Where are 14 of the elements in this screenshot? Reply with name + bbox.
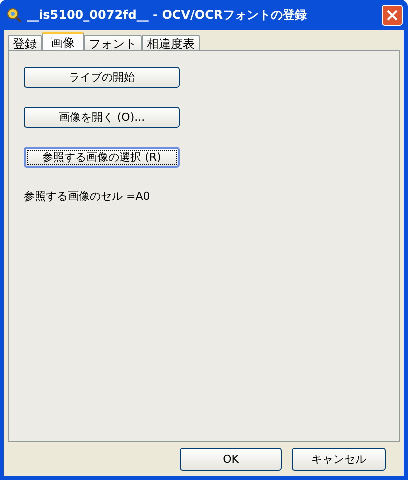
tab[interactable]: 登録 [8,35,42,50]
close-icon [387,10,398,20]
action-button[interactable]: 参照する画像の選択 (R) [24,147,180,168]
tab[interactable]: 相違度表 [142,35,200,50]
cell-label: 参照する画像のセル =A0 [24,189,150,204]
magnifier-icon [6,7,22,23]
tab[interactable]: フォント [84,35,142,50]
tab[interactable]: 画像 [42,32,84,50]
ok-button[interactable]: OK [180,448,282,470]
window-title: __is5100_0072fd__ - OCV/OCRフォントの登録 [27,6,308,24]
action-button[interactable]: ライブの開始 [24,67,180,88]
action-button[interactable]: 画像を開く (O)... [24,107,180,128]
cancel-button[interactable]: キャンセル [292,448,386,470]
close-button[interactable] [382,4,403,26]
